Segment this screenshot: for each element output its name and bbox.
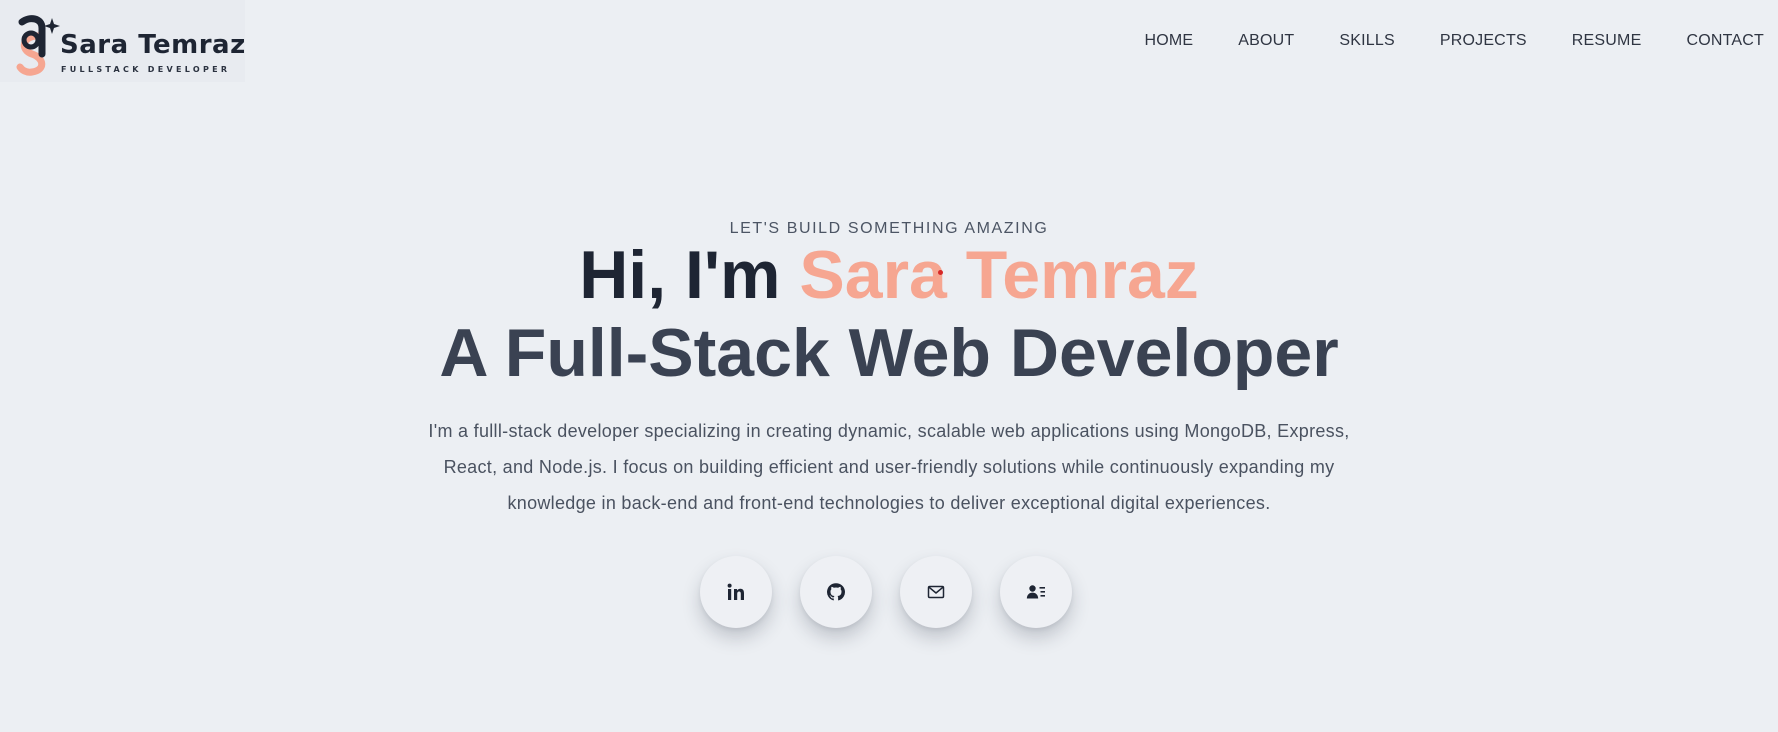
mail-icon [927,585,945,599]
github-icon [827,583,845,601]
linkedin-button[interactable] [700,556,772,628]
hero-section: LET'S BUILD SOMETHING AMAZING Hi, I'm Sa… [0,0,1778,732]
hero-name: Sara Temraz [799,237,1199,313]
resume-contact-button[interactable] [1000,556,1072,628]
hero-description: I'm a fulll-stack developer specializing… [428,421,1350,513]
linkedin-icon [727,583,744,600]
hero-greeting: Hi, I'm [579,237,800,313]
hero-headline: Hi, I'm Sara Temraz [0,236,1778,314]
email-button[interactable] [900,556,972,628]
github-button[interactable] [800,556,872,628]
social-links [700,556,1100,628]
hero-role: A Full-Stack Web Developer [439,315,1339,391]
contact-card-icon [1026,585,1045,599]
cursor-dot [938,270,943,275]
